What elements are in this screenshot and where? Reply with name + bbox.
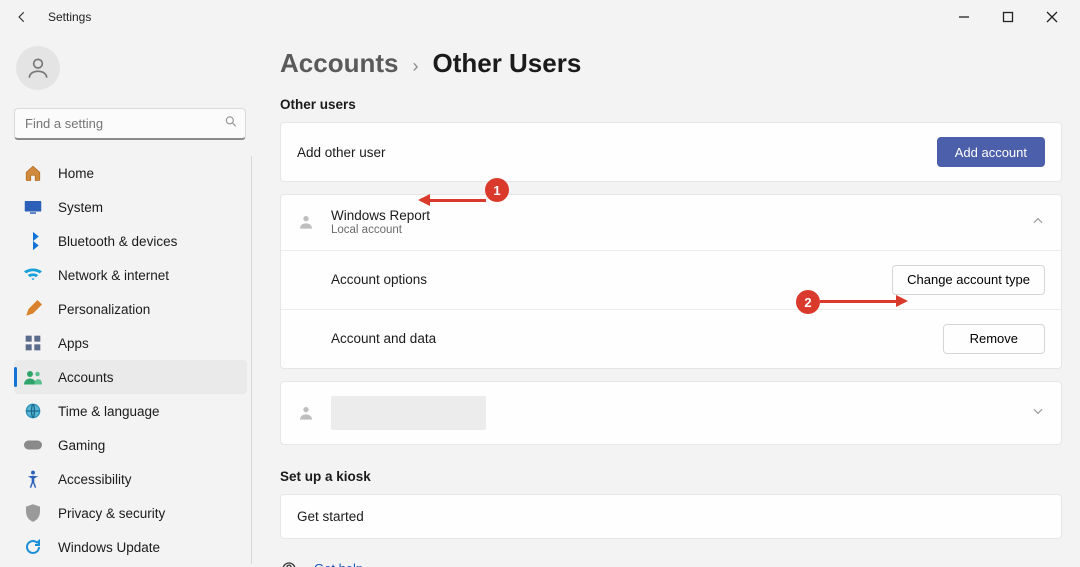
sidebar-item-label: System (58, 200, 103, 215)
sidebar-item-system[interactable]: System (14, 190, 247, 224)
add-user-card: Add other user Add account (280, 122, 1062, 182)
account-data-label: Account and data (331, 331, 436, 346)
search-input[interactable] (14, 108, 246, 140)
sidebar-item-bluetooth[interactable]: Bluetooth & devices (14, 224, 247, 258)
sidebar-item-accounts[interactable]: Accounts (14, 360, 247, 394)
sidebar-item-label: Accessibility (58, 472, 132, 487)
account-options-row: Account options Change account type (281, 250, 1061, 309)
apps-icon (22, 335, 44, 351)
sidebar-item-apps[interactable]: Apps (14, 326, 247, 360)
breadcrumb: Accounts › Other Users (280, 48, 1062, 79)
search-field (14, 108, 246, 140)
user-card-collapsed (280, 381, 1062, 445)
breadcrumb-parent[interactable]: Accounts (280, 48, 398, 79)
search-icon (224, 115, 238, 134)
remove-button[interactable]: Remove (943, 324, 1045, 354)
titlebar: Settings (0, 0, 1080, 34)
main-content: Accounts › Other Users Other users Add o… (258, 34, 1080, 567)
account-data-row: Account and data Remove (281, 309, 1061, 368)
accounts-icon (22, 369, 44, 385)
update-icon (22, 539, 44, 555)
user-subtitle: Local account (331, 224, 430, 236)
gaming-icon (22, 439, 44, 451)
person-icon (297, 214, 315, 230)
wifi-icon (22, 268, 44, 282)
sidebar-item-label: Windows Update (58, 540, 160, 555)
sidebar-item-label: Privacy & security (58, 506, 165, 521)
kiosk-row[interactable]: Get started (281, 495, 1061, 538)
sidebar-item-personalization[interactable]: Personalization (14, 292, 247, 326)
home-icon (22, 164, 44, 182)
chevron-down-icon (1031, 404, 1045, 421)
sidebar-nav: Home System Bluetooth & devices Network … (14, 156, 252, 564)
user-card-expanded: Windows Report Local account Account opt… (280, 194, 1062, 369)
user-row-header[interactable]: Windows Report Local account (281, 195, 1061, 250)
section-kiosk-label: Set up a kiosk (280, 469, 1062, 484)
app-title: Settings (48, 10, 91, 24)
get-help-label: Get help (314, 561, 363, 567)
sidebar-item-label: Network & internet (58, 268, 169, 283)
kiosk-card: Get started (280, 494, 1062, 539)
back-icon[interactable] (10, 10, 34, 24)
sidebar-item-accessibility[interactable]: Accessibility (14, 462, 247, 496)
bluetooth-icon (22, 232, 44, 250)
accessibility-icon (22, 470, 44, 488)
avatar[interactable] (16, 46, 60, 90)
sidebar-item-update[interactable]: Windows Update (14, 530, 247, 564)
globe-icon (22, 403, 44, 419)
user-name: Windows Report (331, 209, 430, 224)
window-controls (958, 11, 1074, 23)
close-icon[interactable] (1046, 11, 1066, 23)
account-options-label: Account options (331, 272, 427, 287)
sidebar-item-network[interactable]: Network & internet (14, 258, 247, 292)
sidebar-item-label: Gaming (58, 438, 105, 453)
personalization-icon (22, 300, 44, 318)
help-icon (280, 561, 298, 567)
shield-icon (22, 504, 44, 522)
add-user-row: Add other user Add account (281, 123, 1061, 181)
footer-links: Get help Give feedback (280, 561, 1062, 567)
sidebar: Home System Bluetooth & devices Network … (0, 34, 258, 567)
user-row-header-collapsed[interactable] (281, 382, 1061, 444)
chevron-up-icon (1031, 214, 1045, 231)
sidebar-item-gaming[interactable]: Gaming (14, 428, 247, 462)
sidebar-item-label: Apps (58, 336, 89, 351)
sidebar-item-label: Bluetooth & devices (58, 234, 177, 249)
redacted-user-name (331, 396, 486, 430)
sidebar-item-label: Accounts (58, 370, 114, 385)
sidebar-item-privacy[interactable]: Privacy & security (14, 496, 247, 530)
sidebar-item-label: Time & language (58, 404, 160, 419)
system-icon (22, 200, 44, 214)
kiosk-get-started-label: Get started (297, 509, 364, 524)
chevron-right-icon: › (412, 56, 418, 77)
sidebar-item-label: Home (58, 166, 94, 181)
get-help-link[interactable]: Get help (280, 561, 1062, 567)
sidebar-item-label: Personalization (58, 302, 150, 317)
sidebar-item-time-language[interactable]: Time & language (14, 394, 247, 428)
person-icon (297, 405, 315, 421)
add-account-button[interactable]: Add account (937, 137, 1045, 167)
page-title: Other Users (432, 48, 581, 79)
section-other-users-label: Other users (280, 97, 1062, 112)
change-account-type-button[interactable]: Change account type (892, 265, 1045, 295)
minimize-icon[interactable] (958, 11, 978, 23)
add-user-label: Add other user (297, 145, 386, 160)
sidebar-item-home[interactable]: Home (14, 156, 247, 190)
maximize-icon[interactable] (1002, 11, 1022, 23)
